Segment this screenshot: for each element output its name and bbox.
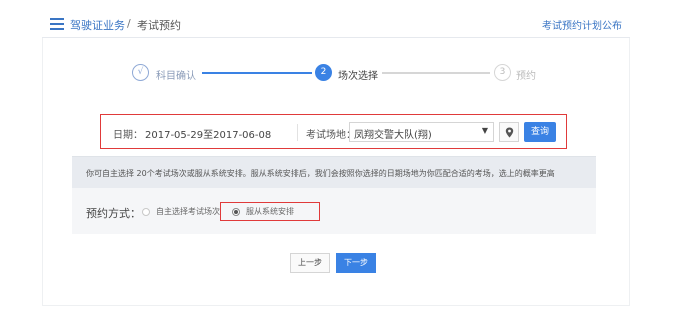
date-label: 日期： — [113, 130, 143, 141]
step-1-label: 科目确认 — [156, 71, 196, 82]
menu-icon[interactable] — [50, 18, 64, 30]
step-line-1 — [202, 72, 312, 74]
radio-self-select[interactable] — [142, 208, 150, 216]
radio-system-assign[interactable] — [232, 208, 240, 216]
venue-select-value: 凤翔交警大队(翔) — [354, 130, 432, 141]
option-system-assign-label[interactable]: 服从系统安排 — [246, 206, 294, 217]
step-1-check-icon: √ — [132, 64, 149, 81]
notice-text: 你可自主选择 20个考试场次或服从系统安排。服从系统安排后，我们会按照你选择的日… — [86, 169, 555, 178]
step-indicator: √ 科目确认 2 场次选择 3 预约 — [132, 64, 552, 88]
option-self-select-label[interactable]: 自主选择考试场次 — [156, 206, 220, 217]
breadcrumb-driving-license[interactable]: 驾驶证业务 — [70, 17, 125, 33]
booking-method-label: 预约方式： — [86, 207, 141, 220]
prev-step-button[interactable]: 上一步 — [290, 253, 330, 273]
step-2-label: 场次选择 — [338, 71, 378, 82]
chevron-down-icon: ▼ — [481, 126, 488, 135]
step-3-marker: 3 — [494, 64, 511, 81]
search-form: 日期： 2017-05-29至2017-06-08 考试场地： 凤翔交警大队(翔… — [100, 114, 567, 149]
query-button[interactable]: 查询 — [524, 122, 556, 142]
venue-select[interactable]: 凤翔交警大队(翔) ▼ — [349, 122, 494, 142]
location-button[interactable] — [499, 122, 519, 142]
next-step-button[interactable]: 下一步 — [336, 253, 376, 273]
breadcrumb-current: 考试预约 — [137, 19, 181, 32]
top-bar: 驾驶证业务 / 考试预约 考试预约计划公布 — [42, 10, 630, 38]
exam-plan-link[interactable]: 考试预约计划公布 — [542, 17, 622, 32]
step-3-label: 预约 — [516, 71, 536, 82]
step-2-marker: 2 — [315, 64, 332, 81]
notice-banner: 你可自主选择 20个考试场次或服从系统安排。服从系统安排后，我们会按照你选择的日… — [72, 156, 596, 188]
booking-method-panel: 预约方式： 自主选择考试场次 服从系统安排 — [72, 188, 596, 234]
divider — [297, 124, 298, 141]
location-pin-icon — [505, 127, 514, 138]
breadcrumb-separator: / — [127, 17, 131, 30]
date-range-input[interactable]: 2017-05-29至2017-06-08 — [145, 126, 271, 141]
step-line-2 — [382, 72, 490, 74]
